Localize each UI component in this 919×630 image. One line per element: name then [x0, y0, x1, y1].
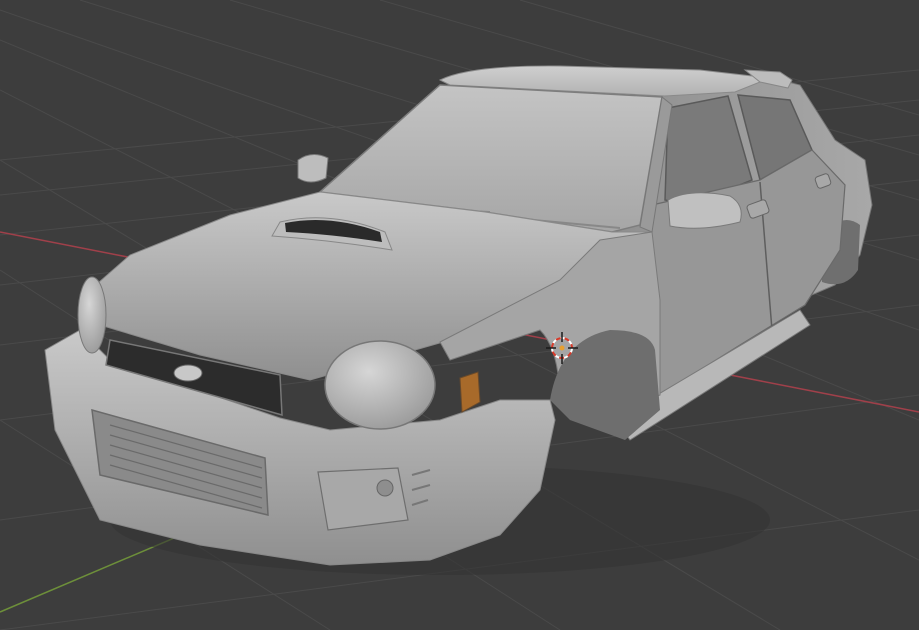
grille-badge: [173, 364, 203, 382]
fog-light-bulb: [376, 479, 394, 497]
mirror-right: [667, 192, 742, 229]
viewport-canvas[interactable]: [0, 0, 919, 630]
car-model[interactable]: [44, 65, 873, 575]
headlight-right: [324, 340, 436, 430]
fog-light-right: [317, 467, 409, 531]
3d-viewport[interactable]: [0, 0, 919, 630]
headlight-left: [77, 276, 107, 354]
turn-signal: [459, 371, 481, 413]
mirror-left: [297, 154, 329, 183]
